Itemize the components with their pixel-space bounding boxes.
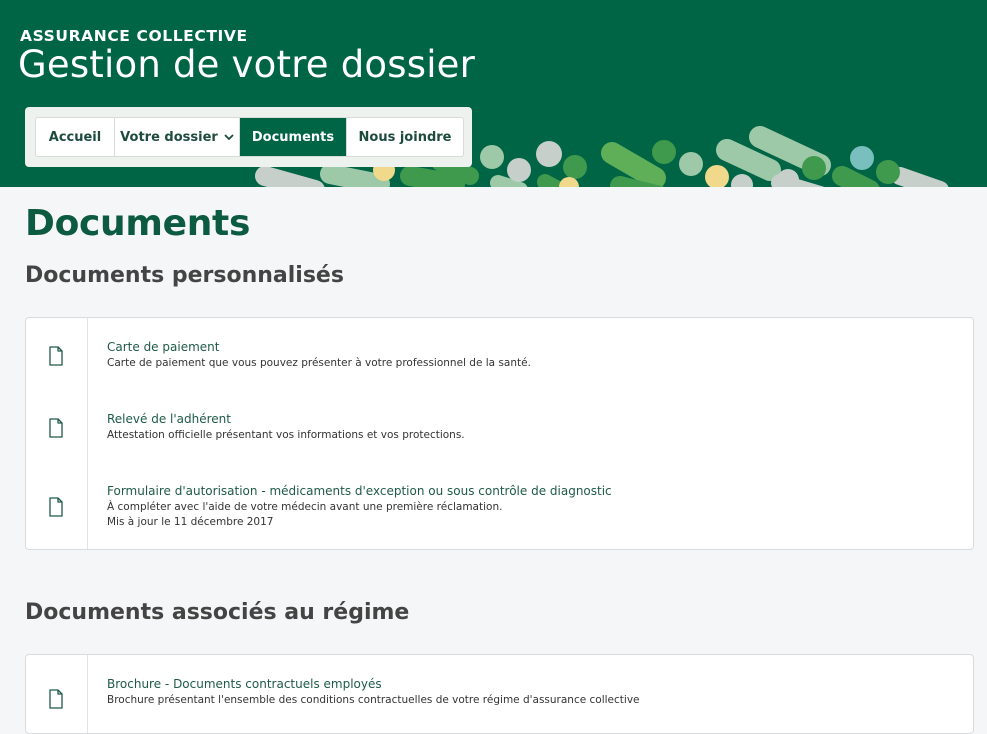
nav-container: Accueil Votre dossier Documents Nous joi… bbox=[25, 107, 472, 167]
list-item-brochure[interactable]: Brochure - Documents contractuels employ… bbox=[26, 677, 973, 717]
document-title-link[interactable]: Formulaire d'autorisation - médicaments … bbox=[107, 484, 612, 498]
nav-item-label: Accueil bbox=[48, 129, 102, 145]
document-description: Brochure présentant l'ensemble des condi… bbox=[107, 694, 640, 706]
nav-item-nous-joindre[interactable]: Nous joindre bbox=[347, 118, 463, 156]
nav-item-accueil[interactable]: Accueil bbox=[36, 118, 115, 156]
document-title-link[interactable]: Brochure - Documents contractuels employ… bbox=[107, 677, 382, 691]
list-item-carte-paiement[interactable]: Carte de paiement Carte de paiement que … bbox=[26, 340, 973, 380]
document-title-link[interactable]: Carte de paiement bbox=[107, 340, 219, 354]
document-description: Carte de paiement que vous pouvez présen… bbox=[107, 357, 531, 369]
document-updated-date: Mis à jour le 11 décembre 2017 bbox=[107, 516, 274, 528]
header-title: Gestion de votre dossier bbox=[18, 43, 476, 86]
document-icon bbox=[49, 418, 63, 438]
page-title: Documents bbox=[25, 203, 251, 244]
document-icon bbox=[49, 497, 63, 517]
nav-item-documents[interactable]: Documents bbox=[240, 118, 347, 156]
page-header: ASSURANCE COLLECTIVE Gestion de votre do… bbox=[0, 0, 987, 187]
main-nav: Accueil Votre dossier Documents Nous joi… bbox=[35, 117, 464, 157]
document-icon bbox=[49, 346, 63, 366]
nav-item-votre-dossier[interactable]: Votre dossier bbox=[115, 118, 240, 156]
document-description: Attestation officielle présentant vos in… bbox=[107, 429, 465, 441]
document-title-link[interactable]: Relevé de l'adhérent bbox=[107, 412, 231, 426]
section-title-regime: Documents associés au régime bbox=[25, 600, 410, 625]
documents-card-regime: Brochure - Documents contractuels employ… bbox=[25, 654, 974, 734]
nav-item-label: Votre dossier bbox=[120, 129, 218, 145]
document-icon bbox=[49, 689, 63, 709]
list-item-formulaire-autorisation[interactable]: Formulaire d'autorisation - médicaments … bbox=[26, 484, 973, 534]
nav-item-label: Documents bbox=[251, 129, 335, 145]
document-description: À compléter avec l'aide de votre médecin… bbox=[107, 501, 503, 513]
nav-item-label: Nous joindre bbox=[358, 129, 452, 145]
section-title-personnalises: Documents personnalisés bbox=[25, 263, 344, 288]
documents-card-personnalises: Carte de paiement Carte de paiement que … bbox=[25, 317, 974, 550]
list-item-releve-adherent[interactable]: Relevé de l'adhérent Attestation officie… bbox=[26, 412, 973, 452]
chevron-down-icon bbox=[224, 133, 234, 140]
